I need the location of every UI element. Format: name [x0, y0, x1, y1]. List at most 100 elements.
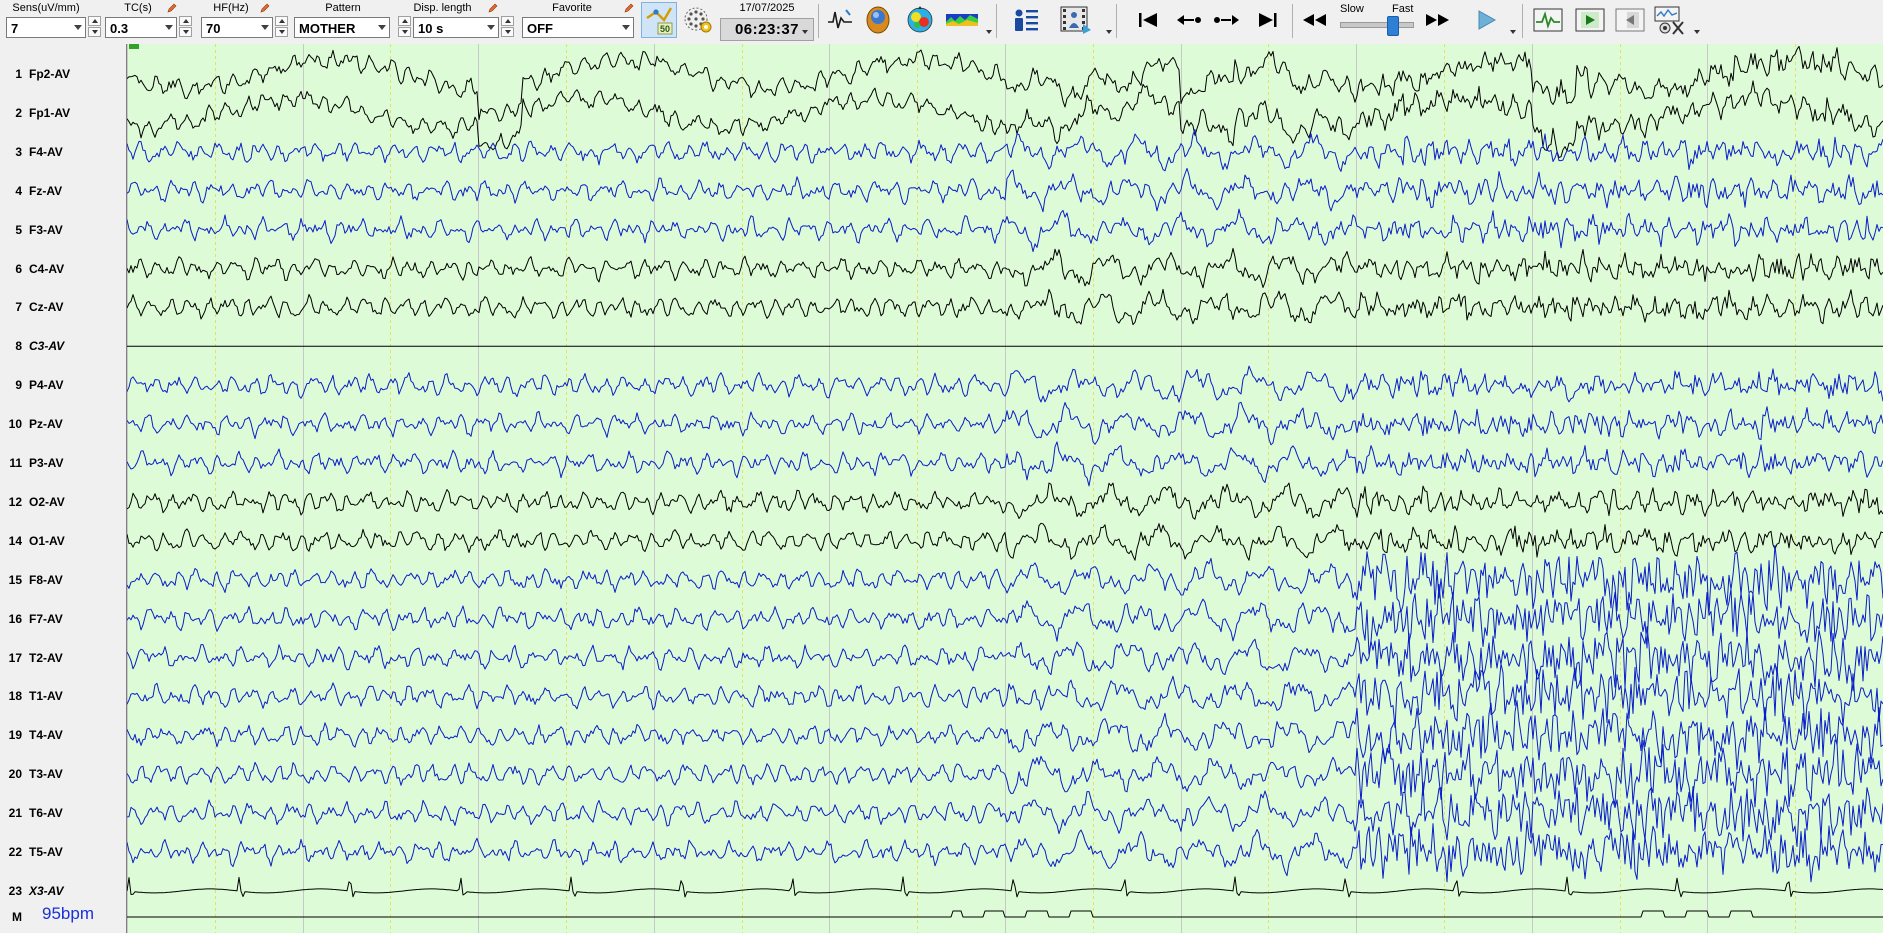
channel-number: 22: [8, 845, 22, 859]
channel-name: T3-AV: [29, 767, 63, 782]
recording-time: 06:23:37: [720, 18, 814, 41]
channel-name: C3-AV: [29, 339, 65, 354]
pencil-icon[interactable]: [488, 3, 498, 13]
channel-label[interactable]: 4 Fz-AV: [0, 183, 126, 199]
channel-name: T1-AV: [29, 689, 63, 704]
tools-dropdown-icon[interactable]: [1694, 30, 1700, 34]
play-button[interactable]: [1470, 4, 1502, 36]
topography-map-button[interactable]: [904, 4, 936, 36]
pencil-icon[interactable]: [260, 3, 270, 13]
channel-label[interactable]: 1 Fp2-AV: [0, 66, 126, 82]
analysis-dropdown-icon[interactable]: [986, 30, 992, 34]
speed-thumb[interactable]: [1386, 16, 1399, 36]
high-filter-stepper[interactable]: [275, 16, 288, 38]
channel-label[interactable]: 12 O2-AV: [0, 494, 126, 510]
time-constant-down-icon[interactable]: [179, 27, 192, 37]
display-length-value: 10 s: [418, 20, 444, 36]
pattern-select[interactable]: MOTHER: [294, 16, 390, 38]
high-filter-up-icon[interactable]: [275, 16, 288, 26]
high-filter-select[interactable]: 70: [201, 16, 273, 38]
channel-label[interactable]: 14 O1-AV: [0, 533, 126, 549]
channels-badge: 50: [660, 24, 670, 34]
next-page-button[interactable]: [1210, 4, 1242, 36]
fast-forward-button[interactable]: [1422, 4, 1454, 36]
channel-name: Fp2-AV: [29, 67, 71, 81]
pencil-icon[interactable]: [624, 3, 634, 13]
trend-view-button[interactable]: [1532, 4, 1564, 36]
favorite-select[interactable]: OFF: [522, 16, 634, 38]
channel-montage-button[interactable]: 50: [641, 2, 677, 38]
channel-label[interactable]: 7 Cz-AV: [0, 299, 126, 315]
channel-name: T6-AV: [29, 806, 63, 821]
channel-name: Pz-AV: [29, 417, 63, 432]
sensitivity-up-icon[interactable]: [88, 16, 101, 26]
channel-name: O1-AV: [29, 533, 65, 548]
time-constant-stepper[interactable]: [179, 16, 192, 38]
speed-track[interactable]: [1340, 22, 1414, 28]
eeg-trace-area[interactable]: [127, 44, 1883, 933]
channel-label[interactable]: 19 T4-AV: [0, 727, 126, 743]
topography-map-icon: [907, 6, 933, 33]
channel-number: 16: [8, 611, 22, 626]
display-length-up-icon[interactable]: [501, 16, 514, 26]
channel-label[interactable]: 23 X3-AV: [0, 883, 126, 899]
channel-number: 2: [15, 105, 22, 120]
playback-speed-slider[interactable]: Slow Fast: [1336, 1, 1416, 39]
pattern-down-icon[interactable]: [398, 27, 411, 37]
time-constant-control: TC(s) 0.3: [105, 1, 197, 39]
go-to-end-button[interactable]: [1252, 4, 1284, 36]
channel-label[interactable]: 21 T6-AV: [0, 805, 126, 821]
channel-label[interactable]: 17 T2-AV: [0, 650, 126, 666]
channel-number: 21: [8, 806, 22, 821]
display-length-down-icon[interactable]: [501, 27, 514, 37]
pattern-up-icon[interactable]: [398, 16, 411, 26]
channel-label[interactable]: 2 Fp1-AV: [0, 105, 126, 121]
patient-info-button[interactable]: [1010, 4, 1042, 36]
head-model-button[interactable]: [862, 4, 894, 36]
sensitivity-stepper[interactable]: [88, 16, 101, 38]
channel-label[interactable]: 16 F7-AV: [0, 611, 126, 627]
play-dropdown-icon[interactable]: [1510, 30, 1516, 34]
channel-label[interactable]: 22 T5-AV: [0, 844, 126, 860]
rewind-button[interactable]: [1298, 4, 1330, 36]
channel-label[interactable]: 11 P3-AV: [0, 455, 126, 471]
video-dropdown-icon[interactable]: [1106, 30, 1112, 34]
go-to-start-button[interactable]: [1132, 4, 1164, 36]
sensitivity-value: 7: [11, 20, 19, 36]
spectral-array-button[interactable]: [944, 4, 980, 36]
channel-number: 5: [15, 222, 22, 237]
eeg-waveform-canvas[interactable]: [127, 44, 1883, 933]
display-length-select[interactable]: 10 s: [413, 16, 499, 38]
video-button[interactable]: [1058, 4, 1094, 36]
pattern-stepper[interactable]: [398, 16, 411, 38]
channel-label[interactable]: 20 T3-AV: [0, 766, 126, 782]
channel-number: 23: [8, 883, 22, 898]
high-filter-down-icon[interactable]: [275, 27, 288, 37]
tools-settings-icon: [1654, 6, 1684, 35]
clock-dropdown-icon[interactable]: [802, 30, 808, 34]
event-play-button[interactable]: [1574, 4, 1606, 36]
spectral-array-icon: [946, 14, 978, 26]
tools-settings-button[interactable]: [1650, 4, 1690, 36]
display-length-stepper[interactable]: [501, 16, 514, 38]
channel-label[interactable]: 8 C3-AV: [0, 338, 126, 354]
channel-name: F8-AV: [29, 572, 63, 587]
waveform-analysis-button[interactable]: [824, 4, 856, 36]
sensitivity-down-icon[interactable]: [88, 27, 101, 37]
electrode-map-button[interactable]: [681, 4, 715, 36]
time-constant-up-icon[interactable]: [179, 16, 192, 26]
pencil-icon[interactable]: [167, 3, 177, 13]
channel-label[interactable]: 3 F4-AV: [0, 144, 126, 160]
channel-label[interactable]: 6 C4-AV: [0, 261, 126, 277]
sensitivity-select[interactable]: 7: [6, 16, 86, 38]
channel-label[interactable]: 9 P4-AV: [0, 377, 126, 393]
channel-name: F3-AV: [29, 222, 63, 237]
channel-label[interactable]: 15 F8-AV: [0, 572, 126, 588]
channel-label[interactable]: 10 Pz-AV: [0, 416, 126, 432]
time-constant-select[interactable]: 0.3: [105, 16, 177, 38]
channel-label[interactable]: 5 F3-AV: [0, 222, 126, 238]
channel-label[interactable]: 18 T1-AV: [0, 688, 126, 704]
event-back-button[interactable]: [1614, 4, 1646, 36]
previous-page-button[interactable]: [1174, 4, 1206, 36]
sensitivity-control: Sens(uV/mm) 7: [6, 1, 102, 39]
